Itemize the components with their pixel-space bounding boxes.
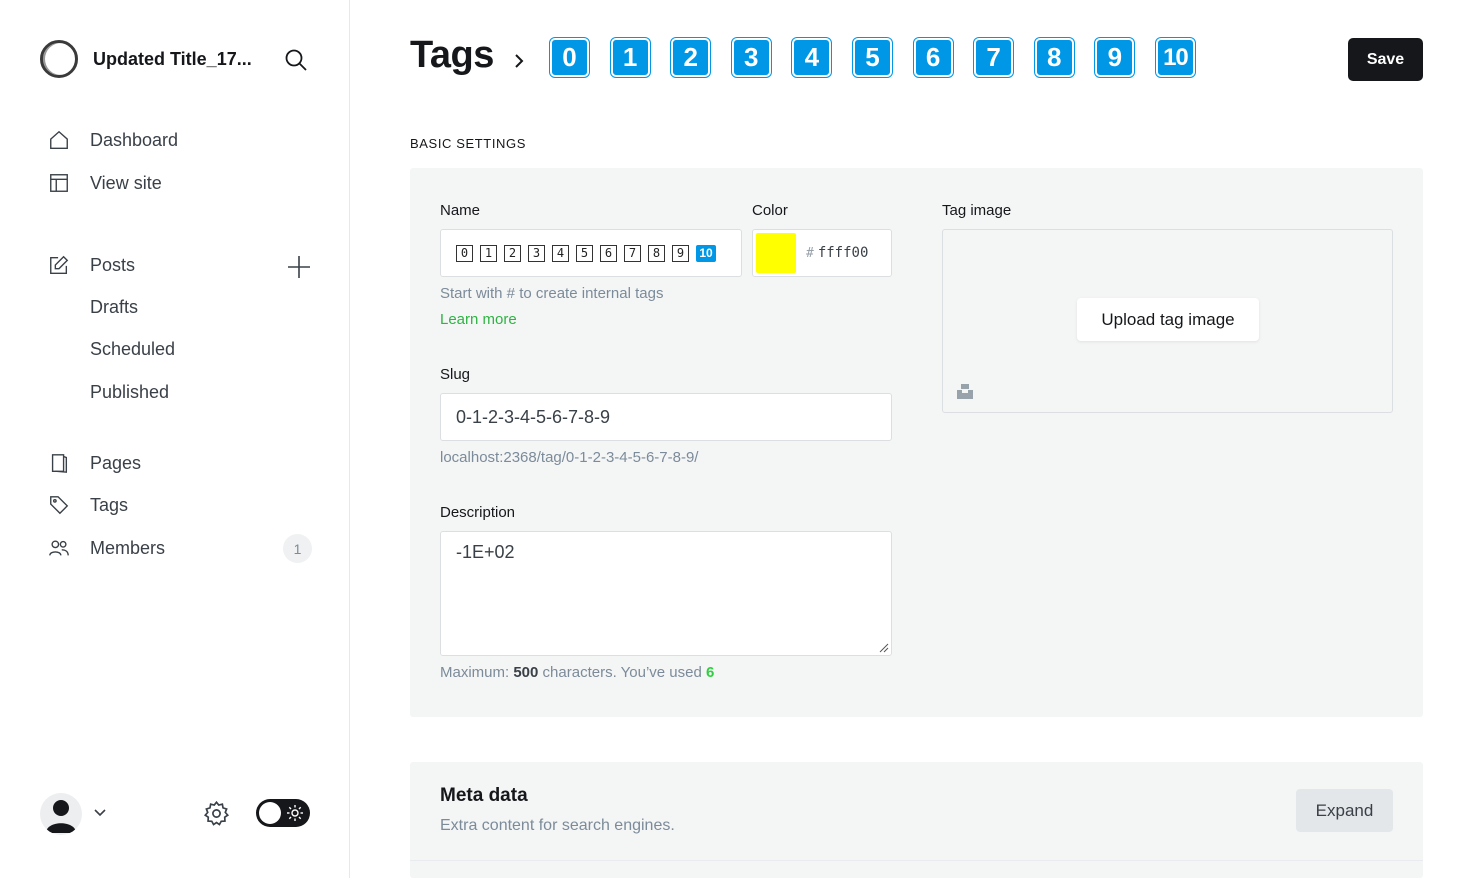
- name-label: Name: [440, 202, 481, 219]
- sidebar-item-label: Posts: [90, 254, 136, 275]
- keycap-0-icon: 0: [550, 38, 589, 77]
- breadcrumb-chevron-right-icon: [515, 54, 524, 68]
- sidebar-item-tags[interactable]: Tags: [48, 494, 128, 516]
- unsplash-icon[interactable]: [956, 382, 974, 400]
- keycap-1-icon: 1: [610, 38, 650, 77]
- layout-icon: [50, 174, 68, 192]
- sidebar-item-dashboard[interactable]: Dashboard: [48, 129, 178, 151]
- tag-image-label: Tag image: [942, 202, 1012, 219]
- sidebar-item-label: View site: [90, 172, 162, 193]
- upload-tag-image-button[interactable]: Upload tag image: [1077, 298, 1259, 341]
- sidebar-item-view-site[interactable]: View site: [48, 172, 162, 194]
- tag-image-dropzone[interactable]: Upload tag image: [942, 229, 1393, 413]
- keycap-5-icon: 5: [852, 38, 892, 77]
- name-glyph: 0: [456, 244, 473, 262]
- name-glyph: 9: [672, 244, 689, 262]
- name-input[interactable]: 0 1 2 3 4 5 6 7 8 9 10: [440, 229, 742, 277]
- sidebar-item-label: Dashboard: [90, 129, 179, 150]
- sidebar-item-scheduled[interactable]: Scheduled: [90, 339, 175, 360]
- keycap-3-icon: 3: [731, 38, 771, 77]
- keycap-8-icon: 8: [1034, 38, 1074, 77]
- sidebar: Updated Title_17... Dashboard View site …: [0, 0, 350, 878]
- keycap-2-icon: 2: [671, 38, 711, 77]
- sidebar-item-pages[interactable]: Pages: [48, 452, 141, 474]
- keycap-4-icon: 4: [792, 38, 832, 77]
- theme-toggle[interactable]: [256, 799, 310, 827]
- user-avatar[interactable]: [40, 793, 82, 835]
- description-char-counter: Maximum: 500 characters. You’ve used 6: [440, 664, 714, 681]
- site-logo-icon: [40, 40, 78, 78]
- chevron-down-icon[interactable]: [92, 804, 108, 820]
- slug-label: Slug: [440, 366, 471, 383]
- name-glyph: 8: [648, 244, 665, 262]
- breadcrumb-tag-name: 0 1 2 3 4 5 6 7 8 9 10: [550, 38, 1217, 77]
- divider: [410, 860, 1423, 861]
- new-post-plus-icon[interactable]: [286, 254, 312, 280]
- counter-prefix: Maximum:: [440, 664, 514, 681]
- basic-settings-panel: Name 0 1 2 3 4 5 6 7 8 9 10 Color # ffff…: [410, 168, 1423, 717]
- save-button[interactable]: Save: [1348, 38, 1423, 81]
- color-hex-value[interactable]: ffff00: [818, 245, 869, 261]
- site-title: Updated Title_17...: [93, 48, 252, 69]
- keycap-6-icon: 6: [913, 38, 953, 77]
- sidebar-item-drafts[interactable]: Drafts: [90, 297, 138, 318]
- user-avatar-icon: [46, 800, 76, 833]
- counter-max: 500: [513, 664, 539, 681]
- keycap-7-icon: 7: [974, 38, 1014, 77]
- sidebar-item-posts[interactable]: Posts: [48, 254, 135, 276]
- meta-data-subtitle: Extra content for search engines.: [440, 817, 675, 834]
- meta-data-panel: Meta data Extra content for search engin…: [410, 762, 1423, 878]
- sidebar-item-members[interactable]: Members: [48, 537, 165, 559]
- description-value: -1E+02: [456, 542, 515, 562]
- name-glyph: 5: [576, 244, 593, 262]
- search-icon[interactable]: [284, 48, 308, 72]
- description-textarea[interactable]: -1E+02: [440, 531, 892, 656]
- sidebar-item-published[interactable]: Published: [90, 382, 169, 403]
- home-icon: [50, 130, 68, 149]
- name-glyph: 4: [552, 244, 569, 262]
- members-icon: [49, 540, 69, 556]
- sidebar-item-label: Pages: [90, 452, 142, 473]
- edit-icon: [50, 255, 69, 274]
- section-heading-basic-settings: BASIC SETTINGS: [410, 136, 527, 151]
- page-icon: [51, 454, 68, 473]
- counter-used: 6: [705, 664, 715, 681]
- members-count-badge: 1: [283, 534, 312, 563]
- meta-expand-button[interactable]: Expand: [1296, 789, 1393, 832]
- name-glyph: 1: [480, 244, 497, 262]
- settings-gear-icon[interactable]: [203, 800, 230, 827]
- name-glyph: 3: [528, 244, 545, 262]
- page-title[interactable]: Tags: [410, 34, 494, 77]
- color-label: Color: [752, 202, 788, 219]
- color-hash-prefix: #: [806, 245, 814, 261]
- keycap-10-icon: 10: [1155, 38, 1195, 77]
- name-glyph-keycap-10: 10: [696, 244, 716, 262]
- name-hint: Start with # to create internal tags: [440, 285, 664, 302]
- color-input[interactable]: # ffff00: [752, 229, 892, 277]
- toggle-knob: [259, 802, 281, 824]
- sidebar-item-label: Members: [90, 537, 166, 558]
- name-glyph: 6: [600, 244, 617, 262]
- slug-url-preview: localhost:2368/tag/0-1-2-3-4-5-6-7-8-9/: [440, 449, 699, 466]
- resize-handle-icon[interactable]: [879, 643, 889, 653]
- color-swatch[interactable]: [756, 233, 796, 273]
- counter-mid: characters. You’ve used: [538, 664, 706, 681]
- tag-icon: [50, 496, 69, 515]
- site-brand[interactable]: Updated Title_17...: [40, 40, 307, 78]
- keycap-9-icon: 9: [1095, 38, 1135, 77]
- sun-icon: [287, 805, 303, 821]
- description-label: Description: [440, 504, 516, 521]
- learn-more-link[interactable]: Learn more: [440, 311, 517, 328]
- slug-input[interactable]: 0-1-2-3-4-5-6-7-8-9: [440, 393, 892, 441]
- name-glyph: 7: [624, 244, 641, 262]
- sidebar-item-label: Tags: [90, 494, 129, 515]
- meta-data-title: Meta data: [440, 785, 528, 806]
- name-glyph: 2: [504, 244, 521, 262]
